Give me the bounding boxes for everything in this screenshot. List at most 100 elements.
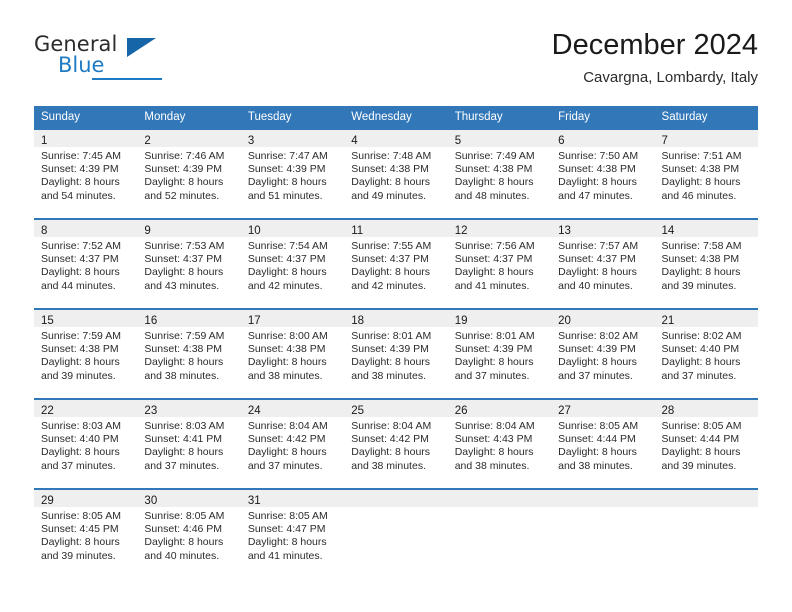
calendar-day-cell[interactable]: 18 Sunrise: 8:01 AM Sunset: 4:39 PM Dayligh… — [344, 308, 448, 386]
calendar-day-cell[interactable]: 9 Sunrise: 7:53 AM Sunset: 4:37 PM Daylight… — [137, 218, 241, 296]
day-number: 4 — [351, 135, 358, 147]
daylight-text-line2: and 54 minutes. — [41, 189, 116, 202]
weekday-header-saturday: Saturday — [654, 106, 758, 128]
day-number-band: 27 — [551, 400, 655, 417]
sunrise-text: Sunrise: 7:51 AM — [661, 150, 742, 162]
calendar-day-cell[interactable]: 8 Sunrise: 7:52 AM Sunset: 4:37 PM Daylight… — [34, 218, 138, 296]
calendar-week-row: 1 Sunrise: 7:45 AM Sunset: 4:39 PM Daylight… — [34, 128, 758, 206]
sunset-text: Sunset: 4:39 PM — [41, 163, 119, 176]
day-number: 26 — [454, 405, 468, 417]
day-number: 7 — [661, 135, 668, 147]
day-number: 20 — [558, 315, 571, 327]
week-spacer — [34, 296, 758, 308]
calendar-day-cell[interactable]: 30 Sunrise: 8:05 AM Sunset: 4:46 PM Dayligh… — [137, 488, 241, 566]
calendar-week-row: 22 Sunrise: 8:03 AM Sunset: 4:40 PM Dayligh… — [34, 398, 758, 476]
day-box-empty — [447, 488, 552, 566]
calendar-day-cell[interactable]: 20 Sunrise: 8:02 AM Sunset: 4:39 PM Dayligh… — [551, 308, 655, 386]
calendar-day-cell[interactable]: 1 Sunrise: 7:45 AM Sunset: 4:39 PM Daylight… — [34, 128, 138, 206]
day-info: Sunrise: 8:00 AM Sunset: 4:38 PM Daylight:… — [241, 327, 344, 383]
day-info: Sunrise: 8:05 AM Sunset: 4:47 PM Daylight:… — [241, 507, 344, 563]
calendar-day-cell[interactable]: 27 Sunrise: 8:05 AM Sunset: 4:44 PM Dayligh… — [551, 398, 655, 476]
daylight-text-line2: and 40 minutes. — [558, 279, 633, 292]
day-number-band: 30 — [137, 490, 241, 507]
calendar-day-cell[interactable]: 5 Sunrise: 7:49 AM Sunset: 4:38 PM Daylight… — [447, 128, 552, 206]
sunset-text: Sunset: 4:38 PM — [661, 163, 740, 176]
day-info: Sunrise: 8:02 AM Sunset: 4:39 PM Daylight:… — [551, 327, 654, 383]
calendar-day-cell[interactable]: 23 Sunrise: 8:03 AM Sunset: 4:41 PM Dayligh… — [137, 398, 241, 476]
day-box-empty — [344, 488, 448, 566]
day-number: 11 — [351, 225, 364, 237]
calendar-day-cell[interactable]: 26 Sunrise: 8:04 AM Sunset: 4:43 PM Dayligh… — [447, 398, 552, 476]
daylight-text-line1: Daylight: 8 hours — [351, 446, 431, 459]
calendar-day-cell[interactable]: 19 Sunrise: 8:01 AM Sunset: 4:39 PM Dayligh… — [447, 308, 552, 386]
calendar-body: 1 Sunrise: 7:45 AM Sunset: 4:39 PM Daylight… — [34, 128, 758, 566]
calendar-day-cell[interactable]: 3 Sunrise: 7:47 AM Sunset: 4:39 PM Daylight… — [240, 128, 345, 206]
day-number: 14 — [661, 225, 675, 237]
calendar-header-row: Sunday Monday Tuesday Wednesday Thursday… — [34, 106, 758, 128]
calendar-day-cell[interactable]: 11 Sunrise: 7:55 AM Sunset: 4:37 PM Dayligh… — [344, 218, 448, 296]
calendar-day-cell[interactable]: 28 Sunrise: 8:05 AM Sunset: 4:44 PM Dayligh… — [654, 398, 758, 476]
sunset-text: Sunset: 4:38 PM — [661, 253, 740, 266]
day-box: 7 Sunrise: 7:51 AM Sunset: 4:38 PM Daylight… — [654, 128, 758, 206]
sunset-text: Sunset: 4:37 PM — [351, 253, 429, 266]
day-number: 23 — [144, 405, 158, 417]
daylight-text-line1: Daylight: 8 hours — [144, 176, 224, 189]
calendar-day-cell[interactable]: 12 Sunrise: 7:56 AM Sunset: 4:37 PM Dayligh… — [447, 218, 552, 296]
calendar-day-cell[interactable]: 25 Sunrise: 8:04 AM Sunset: 4:42 PM Dayligh… — [344, 398, 448, 476]
daylight-text-line1: Daylight: 8 hours — [247, 356, 327, 369]
calendar-day-cell[interactable]: 2 Sunrise: 7:46 AM Sunset: 4:39 PM Daylight… — [137, 128, 241, 206]
sunrise-text: Sunrise: 7:46 AM — [144, 150, 225, 162]
day-number-band: 22 — [34, 400, 138, 417]
calendar-day-cell[interactable]: 15 Sunrise: 7:59 AM Sunset: 4:38 PM Dayligh… — [34, 308, 138, 386]
calendar-day-cell[interactable]: 13 Sunrise: 7:57 AM Sunset: 4:37 PM Dayligh… — [551, 218, 655, 296]
day-box-empty — [654, 488, 758, 566]
daylight-text-line2: and 44 minutes. — [41, 279, 116, 292]
day-number: 30 — [144, 495, 158, 507]
calendar-day-cell[interactable]: 4 Sunrise: 7:48 AM Sunset: 4:38 PM Daylight… — [344, 128, 448, 206]
sunset-text: Sunset: 4:44 PM — [558, 433, 636, 446]
page-header: General Blue December 2024 Cavargna, Lom… — [34, 28, 758, 98]
calendar-day-cell[interactable]: 10 Sunrise: 7:54 AM Sunset: 4:37 PM Dayligh… — [240, 218, 345, 296]
day-number-band: 12 — [447, 220, 552, 237]
day-box: 21 Sunrise: 8:02 AM Sunset: 4:40 PM Dayligh… — [654, 308, 758, 386]
calendar-day-cell[interactable]: 24 Sunrise: 8:04 AM Sunset: 4:42 PM Dayligh… — [240, 398, 345, 476]
day-number: 21 — [661, 315, 675, 327]
day-box: 31 Sunrise: 8:05 AM Sunset: 4:47 PM Dayligh… — [240, 488, 345, 566]
general-blue-logo: General Blue — [34, 32, 234, 88]
calendar-day-cell[interactable]: 7 Sunrise: 7:51 AM Sunset: 4:38 PM Daylight… — [654, 128, 758, 206]
day-number: 27 — [558, 405, 571, 417]
calendar-day-cell[interactable]: 31 Sunrise: 8:05 AM Sunset: 4:47 PM Dayligh… — [240, 488, 345, 566]
daylight-text-line2: and 39 minutes. — [661, 459, 737, 472]
day-number-band: 1 — [34, 130, 138, 147]
calendar-day-cell[interactable]: 21 Sunrise: 8:02 AM Sunset: 4:40 PM Dayligh… — [654, 308, 758, 386]
day-number-band: 14 — [654, 220, 758, 237]
calendar-day-cell[interactable]: 16 Sunrise: 7:59 AM Sunset: 4:38 PM Dayligh… — [137, 308, 241, 386]
day-number: 6 — [558, 135, 565, 147]
day-info: Sunrise: 8:04 AM Sunset: 4:42 PM Daylight:… — [241, 417, 344, 473]
day-box: 28 Sunrise: 8:05 AM Sunset: 4:44 PM Dayligh… — [654, 398, 758, 476]
calendar-day-cell[interactable]: 17 Sunrise: 8:00 AM Sunset: 4:38 PM Dayligh… — [240, 308, 345, 386]
day-info — [344, 507, 447, 510]
day-box: 6 Sunrise: 7:50 AM Sunset: 4:38 PM Daylight… — [551, 128, 655, 206]
page-subtitle: Cavargna, Lombardy, Italy — [583, 69, 758, 86]
sunset-text: Sunset: 4:46 PM — [144, 523, 223, 536]
day-box: 27 Sunrise: 8:05 AM Sunset: 4:44 PM Dayligh… — [551, 398, 655, 476]
calendar-day-cell[interactable]: 29 Sunrise: 8:05 AM Sunset: 4:45 PM Dayligh… — [34, 488, 138, 566]
week-spacer-cell — [34, 386, 758, 398]
calendar-day-cell[interactable]: 22 Sunrise: 8:03 AM Sunset: 4:40 PM Dayligh… — [34, 398, 138, 476]
sunrise-text: Sunrise: 7:45 AM — [41, 150, 121, 162]
day-number: 28 — [661, 405, 675, 417]
day-number: 2 — [144, 135, 151, 147]
day-box: 29 Sunrise: 8:05 AM Sunset: 4:45 PM Dayligh… — [34, 488, 138, 566]
daylight-text-line2: and 47 minutes. — [558, 189, 633, 202]
day-info: Sunrise: 7:56 AM Sunset: 4:37 PM Daylight:… — [448, 237, 551, 293]
calendar-day-cell[interactable]: 14 Sunrise: 7:58 AM Sunset: 4:38 PM Dayligh… — [654, 218, 758, 296]
day-number-band: 29 — [34, 490, 138, 507]
logo-triangle-icon — [127, 38, 156, 57]
week-spacer-cell — [34, 476, 758, 488]
sunset-text: Sunset: 4:38 PM — [144, 343, 223, 356]
calendar-day-cell[interactable]: 6 Sunrise: 7:50 AM Sunset: 4:38 PM Daylight… — [551, 128, 655, 206]
day-info: Sunrise: 7:48 AM Sunset: 4:38 PM Daylight:… — [344, 147, 447, 203]
day-info: Sunrise: 7:55 AM Sunset: 4:37 PM Daylight:… — [344, 237, 447, 293]
week-spacer — [34, 206, 758, 218]
